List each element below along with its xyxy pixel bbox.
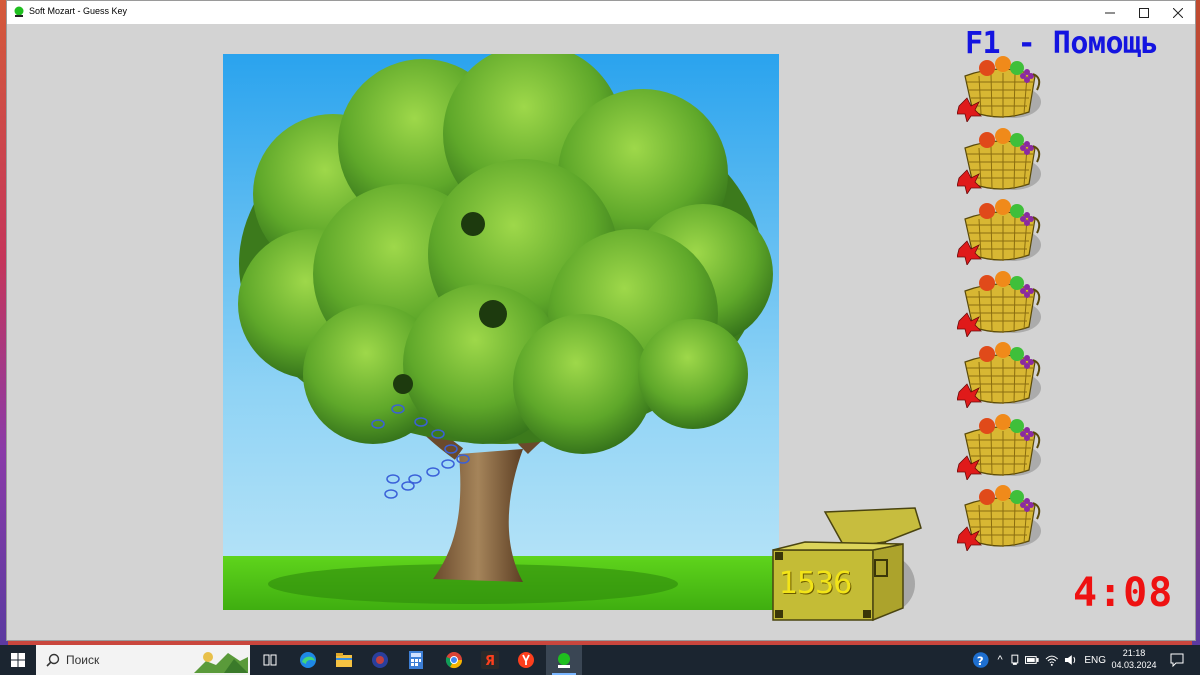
clock-time: 21:18 (1122, 648, 1146, 658)
task-view-button[interactable] (252, 645, 288, 675)
minimize-button[interactable] (1093, 1, 1127, 24)
notification-icon (1170, 653, 1184, 667)
calculator-icon (409, 651, 423, 669)
wifi-icon[interactable] (1045, 654, 1059, 666)
battery-icon[interactable] (1025, 656, 1040, 664)
taskbar-file-explorer[interactable] (326, 645, 362, 675)
start-button[interactable] (0, 645, 36, 675)
fruit-basket-icon (957, 342, 1041, 408)
task-view-icon (263, 654, 277, 666)
svg-text:Я: Я (485, 654, 495, 669)
search-box[interactable]: Поиск (36, 645, 250, 675)
fruit-basket-icon (957, 199, 1041, 265)
fruit-basket-icon (957, 56, 1041, 122)
notifications-button[interactable] (1162, 645, 1192, 675)
chrome-icon (445, 652, 463, 669)
chevron-up-icon[interactable]: ^ (998, 654, 1003, 666)
taskbar-yandex[interactable]: Я (472, 645, 508, 675)
volume-icon[interactable] (1064, 654, 1078, 666)
yandex-icon: Я (481, 651, 499, 669)
fruit-basket-icon (957, 485, 1041, 551)
svg-text:?: ? (977, 654, 984, 668)
maximize-icon (1139, 7, 1149, 18)
search-highlight-art (194, 652, 248, 673)
search-icon (46, 653, 60, 667)
title-bar[interactable]: Soft Mozart - Guess Key (7, 1, 1195, 24)
window-title: Soft Mozart - Guess Key (29, 6, 128, 16)
fruit-basket-icon (957, 413, 1041, 480)
help-tray-icon[interactable]: ? (972, 651, 990, 669)
taskbar-clock[interactable]: 21:18 04.03.2024 (1108, 647, 1160, 671)
search-placeholder: Поиск (66, 653, 100, 667)
taskbar-app-blue[interactable] (362, 645, 398, 675)
file-explorer-icon (336, 653, 352, 667)
chest-counter: 1536 (778, 566, 852, 601)
fruit-basket-icon (957, 127, 1041, 194)
edge-icon (300, 652, 316, 668)
app-blue-icon (372, 652, 388, 668)
taskbar: Поиск Я ? ^ ENG 21:18 04.03.2024 (0, 645, 1200, 675)
clock-date: 04.03.2024 (1111, 660, 1157, 670)
fruit-basket-icon (957, 270, 1041, 337)
yandex-browser-icon (518, 652, 534, 668)
system-tray: ? ^ ENG (968, 645, 1106, 675)
tree-scene[interactable] (223, 54, 779, 610)
countdown-timer: 4:08 (1073, 570, 1174, 616)
close-icon (1173, 7, 1183, 18)
usb-icon[interactable] (1010, 654, 1020, 666)
minimize-icon (1105, 12, 1115, 13)
game-area: F1 - Помощь 1536 4:08 (7, 24, 1195, 640)
close-button[interactable] (1161, 1, 1195, 24)
taskbar-soft-mozart[interactable] (546, 645, 582, 675)
taskbar-yandex-browser[interactable] (508, 645, 544, 675)
app-icon (14, 6, 24, 17)
treasure-chest[interactable] (765, 504, 925, 624)
soft-mozart-icon (558, 653, 570, 668)
language-indicator[interactable]: ENG (1084, 655, 1106, 666)
windows-start-icon (11, 653, 25, 667)
taskbar-edge[interactable] (290, 645, 326, 675)
taskbar-chrome[interactable] (436, 645, 472, 675)
game-window: Soft Mozart - Guess Key F1 - Помощь 1536… (6, 0, 1196, 641)
maximize-button[interactable] (1127, 1, 1161, 24)
taskbar-calculator[interactable] (398, 645, 434, 675)
